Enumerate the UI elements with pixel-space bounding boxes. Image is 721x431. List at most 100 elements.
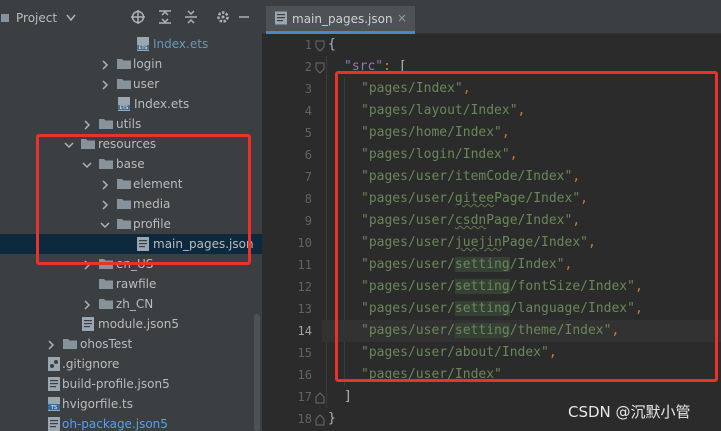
tree-item[interactable]: ohosTest [0,334,262,354]
locate-icon[interactable] [130,9,146,25]
tree-item[interactable]: base [0,154,262,174]
tree-item[interactable]: utils [0,114,262,134]
json-string: "pages/user/setting/fontSize/Index" [361,279,635,294]
json-comma: , [517,103,526,118]
code-line: "pages/user/setting/language/Index", [322,298,721,320]
json-file-icon [135,236,151,252]
tree-scrollbar[interactable] [254,314,260,431]
line-number: 12 [297,280,312,294]
editor-tab-bar: main_pages.json × [262,0,721,34]
gitignore-icon [46,356,62,372]
folder-icon [98,256,114,272]
folder-icon [62,336,78,352]
json-string: "pages/user/juejinPage/Index" [361,235,588,250]
tree-item-label: en_US [116,257,154,271]
chevron-down-icon[interactable] [100,219,110,229]
project-panel-title[interactable]: Project [16,11,57,25]
line-number: 17 [297,390,312,404]
line-number: 8 [304,192,312,206]
code-line: { [322,34,721,56]
json-string: "pages/user/setting/theme/Index" [361,323,612,338]
minimize-icon[interactable] [238,9,250,25]
line-number: 6 [304,148,312,162]
json-comma: , [587,235,596,250]
tree-item[interactable]: login [0,54,262,74]
tree-item[interactable]: ETS Index.ets [0,34,262,54]
json-comma: , [572,169,581,184]
tab-main-pages-json[interactable]: main_pages.json × [266,6,415,34]
tree-item[interactable]: .gitignore [0,354,262,374]
editor: main_pages.json × 1 2 3 4 5 6 7 8 9 10 11 12 13 14 15 1… [262,0,721,431]
folder-icon [98,296,114,312]
tree-item[interactable]: oh-package.json5 [0,414,262,431]
json-string: "pages/user/giteePage/Index" [361,191,581,206]
tree-item[interactable]: main_pages.json [0,234,262,254]
expand-all-icon[interactable] [157,9,173,25]
folder-icon [98,116,114,132]
tree-item[interactable]: build-profile.json5 [0,374,262,394]
json-string: "pages/user/setting/language/Index" [361,301,635,316]
tree-item-label: .gitignore [62,357,120,371]
tree-item-label: utils [116,117,142,131]
folder-icon [116,76,132,92]
line-number: 16 [297,368,312,382]
code-line: "pages/user/setting/theme/Index", [322,320,721,342]
line-number: 10 [297,236,312,250]
chevron-down-icon[interactable] [64,139,74,149]
chevron-right-icon[interactable] [100,199,110,210]
tree-item[interactable]: media [0,194,262,214]
tree-item[interactable]: rawfile [0,274,262,294]
project-view-icon[interactable] [0,13,10,23]
code-line: "pages/Index", [322,78,721,100]
chevron-right-icon[interactable] [82,299,92,310]
tree-item-label: ohosTest [80,337,133,351]
code-line: "pages/user/setting/Index", [322,254,721,276]
code-line: "pages/user/Index" [322,364,721,386]
tree-item[interactable]: user [0,74,262,94]
json-comma: , [634,279,643,294]
chevron-down-icon[interactable] [66,14,76,22]
chevron-right-icon[interactable] [100,79,110,90]
folder-icon [116,176,132,192]
close-icon[interactable]: × [397,11,407,25]
json-comma: , [634,301,643,316]
tab-label: main_pages.json [292,12,393,26]
tree-item[interactable]: ETS Index.ets [0,94,262,114]
svg-text:ETS: ETS [139,45,148,51]
json-file-icon [46,376,62,392]
line-number: 4 [304,104,312,118]
tree-item[interactable]: profile [0,214,262,234]
line-number: 15 [297,346,312,360]
gear-icon[interactable] [215,9,231,25]
folder-icon [80,136,96,152]
chevron-right-icon[interactable] [46,339,56,350]
json-comma: , [501,125,510,140]
line-number: 5 [304,126,312,140]
folder-icon [116,196,132,212]
project-panel: Project ETS Index.ets login user ETS Index.et… [0,0,262,431]
chevron-right-icon[interactable] [100,179,110,190]
tree-item[interactable]: en_US [0,254,262,274]
json-comma: , [572,213,581,228]
folder-icon [98,156,114,172]
chevron-down-icon[interactable] [82,159,92,169]
tree-item[interactable]: zh_CN [0,294,262,314]
tree-item-label: user [133,77,160,91]
line-number: 3 [304,82,312,96]
json-string: "pages/user/setting/Index" [361,257,565,272]
line-number: 2 [304,60,312,74]
json-comma: , [462,81,471,96]
json-string: "pages/user/Index" [361,367,502,382]
tree-item-label: Index.ets [134,97,190,111]
tree-item[interactable]: resources [0,134,262,154]
tree-item[interactable]: TS hvigorfile.ts [0,394,262,414]
chevron-right-icon[interactable] [100,59,110,70]
chevron-right-icon[interactable] [82,119,92,130]
collapse-all-icon[interactable] [183,9,199,25]
code-area[interactable]: {"src": ["pages/Index", "pages/layout/Ind… [322,34,721,431]
chevron-right-icon[interactable] [82,259,92,270]
tree-item[interactable]: module.json5 [0,314,262,334]
line-number: 1 [304,38,312,52]
project-toolbar: Project [0,0,262,34]
tree-item[interactable]: element [0,174,262,194]
